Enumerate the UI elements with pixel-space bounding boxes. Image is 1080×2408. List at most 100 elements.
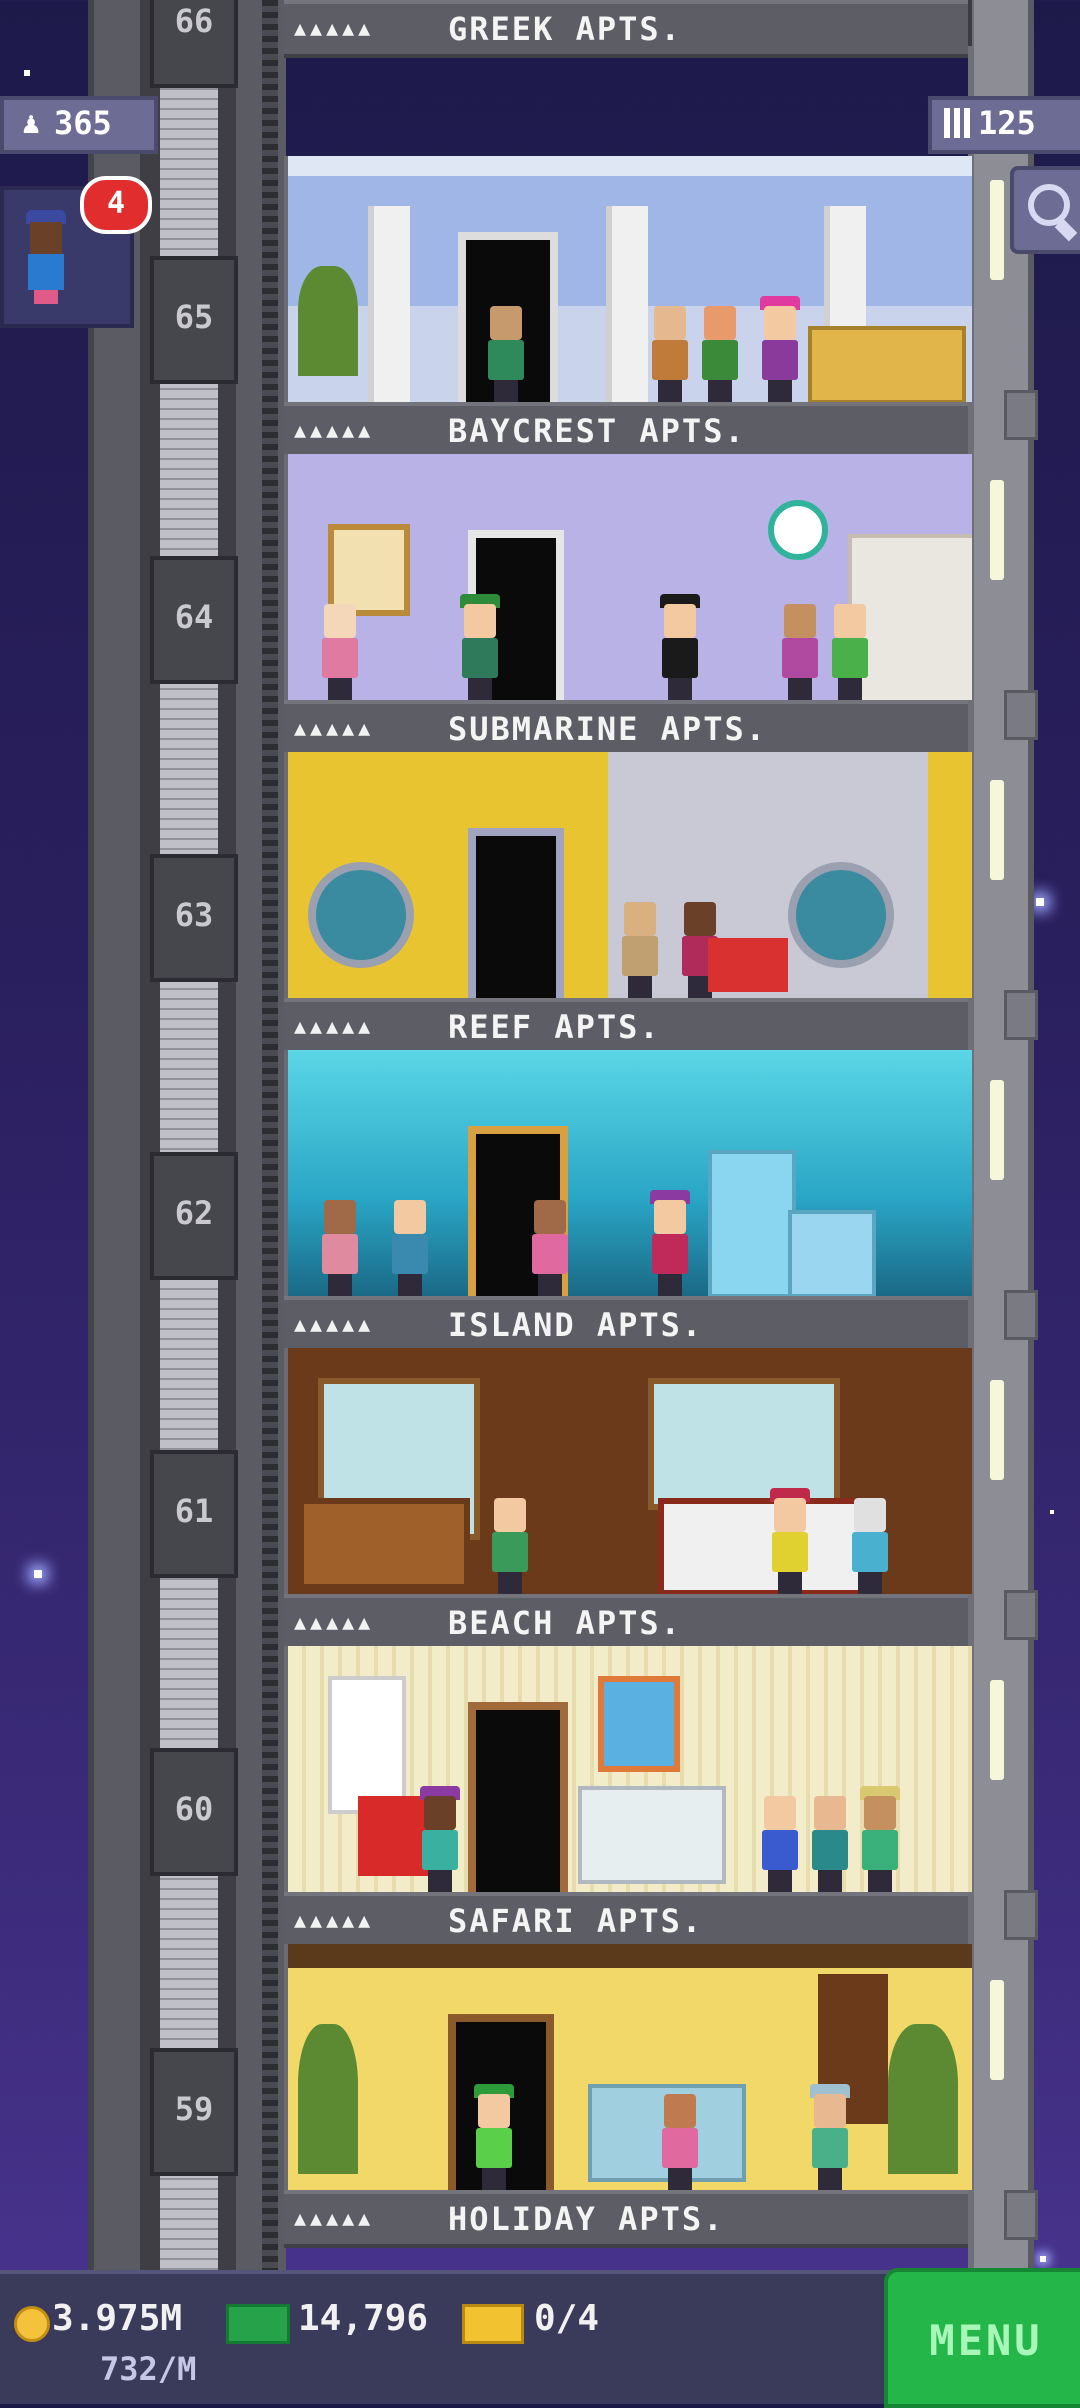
floor-number-label: 64 bbox=[174, 598, 214, 636]
porthole-decor bbox=[308, 862, 414, 968]
floor-number-label: 66 bbox=[174, 2, 214, 40]
resident[interactable] bbox=[648, 1190, 692, 1296]
floor-label-bar[interactable]: ▲▲▲▲▲ ISLAND APTS. bbox=[284, 1296, 968, 1354]
floor-number-62: 62 bbox=[150, 1152, 238, 1280]
sofa-decor bbox=[578, 1786, 726, 1884]
resident[interactable] bbox=[318, 604, 362, 700]
resident[interactable] bbox=[758, 1796, 802, 1892]
room-interior[interactable] bbox=[284, 156, 972, 402]
floor-number-label: 65 bbox=[174, 298, 214, 336]
room-door[interactable] bbox=[468, 828, 564, 998]
search-button[interactable] bbox=[1010, 166, 1080, 254]
resident[interactable] bbox=[828, 604, 872, 700]
resident[interactable] bbox=[458, 594, 502, 700]
floor-number-60: 60 bbox=[150, 1748, 238, 1876]
resident[interactable] bbox=[388, 1200, 432, 1296]
floor-62[interactable]: ▲▲▲▲▲ ISLAND APTS. bbox=[284, 1050, 972, 1354]
menu-button[interactable]: MENU bbox=[884, 2268, 1080, 2408]
population-icon: ♟ bbox=[22, 106, 41, 141]
wall-notch bbox=[1004, 1890, 1038, 1940]
wall-notch bbox=[1004, 2190, 1038, 2240]
resident[interactable] bbox=[528, 1200, 572, 1296]
coin-icon bbox=[14, 2306, 50, 2342]
painting-decor bbox=[598, 1676, 680, 1772]
floor-name: SAFARI APTS. bbox=[448, 1902, 704, 1940]
floor-label-bar[interactable]: ▲▲▲▲▲ BAYCREST APTS. bbox=[284, 402, 968, 460]
resident[interactable] bbox=[808, 1796, 852, 1892]
resident[interactable] bbox=[768, 1488, 812, 1594]
floor-number-label: 62 bbox=[174, 1194, 214, 1232]
floor-name: BEACH APTS. bbox=[448, 1604, 682, 1642]
floor-label-bar[interactable]: ▲▲▲▲▲ BEACH APTS. bbox=[284, 1594, 968, 1652]
wall-notch bbox=[1004, 690, 1038, 740]
resident[interactable] bbox=[488, 1498, 532, 1594]
floor-label-bar[interactable]: ▲▲▲▲▲ GREEK APTS. bbox=[284, 0, 968, 58]
star-decoration bbox=[34, 1570, 42, 1578]
shutter-decor bbox=[328, 1676, 406, 1814]
resident[interactable] bbox=[648, 306, 692, 402]
floor-label-bar[interactable]: ▲▲▲▲▲ REEF APTS. bbox=[284, 998, 968, 1056]
resident[interactable] bbox=[658, 2094, 702, 2190]
resident[interactable] bbox=[848, 1498, 892, 1594]
floor-number-63: 63 bbox=[150, 854, 238, 982]
wall-notch bbox=[1004, 990, 1038, 1040]
floor-60[interactable]: ▲▲▲▲▲ SAFARI APTS. bbox=[284, 1646, 972, 1950]
ceiling-beam bbox=[288, 1944, 972, 1968]
room-interior[interactable] bbox=[284, 1646, 972, 1892]
floor-rating: ▲▲▲▲▲ bbox=[294, 1610, 375, 1634]
star-decoration bbox=[24, 70, 30, 76]
floor-61[interactable]: ▲▲▲▲▲ BEACH APTS. bbox=[284, 1348, 972, 1652]
room-interior[interactable] bbox=[284, 1050, 972, 1296]
wall-light bbox=[990, 180, 1004, 280]
resident[interactable] bbox=[808, 2084, 852, 2190]
column-decor bbox=[606, 206, 648, 402]
resident[interactable] bbox=[698, 306, 742, 402]
porthole-decor bbox=[788, 862, 894, 968]
resident[interactable] bbox=[418, 1786, 462, 1892]
resident[interactable] bbox=[484, 306, 528, 402]
floors-counter[interactable]: 125 bbox=[928, 96, 1080, 154]
menu-label: MENU bbox=[929, 2316, 1043, 2365]
resident[interactable] bbox=[778, 604, 822, 700]
resident[interactable] bbox=[758, 296, 802, 402]
floor-64[interactable]: ▲▲▲▲▲ SUBMARINE APTS. bbox=[284, 454, 972, 758]
floor-65[interactable]: ▲▲▲▲▲ BAYCREST APTS. bbox=[284, 156, 972, 460]
floor-63[interactable]: ▲▲▲▲▲ REEF APTS. bbox=[284, 752, 972, 1056]
visitor-avatar bbox=[24, 210, 68, 304]
room-interior[interactable] bbox=[284, 752, 972, 998]
floor-66[interactable]: ▲▲▲▲▲ GREEK APTS. bbox=[284, 0, 972, 100]
population-counter[interactable]: ♟ 365 bbox=[0, 96, 158, 154]
resident[interactable] bbox=[318, 1200, 362, 1296]
coin-rate-value: 732/M bbox=[100, 2350, 197, 2388]
clock-decor bbox=[768, 500, 828, 560]
wall-light bbox=[990, 480, 1004, 580]
floor-name: SUBMARINE APTS. bbox=[448, 710, 767, 748]
floor-label-bar[interactable]: ▲▲▲▲▲ HOLIDAY APTS. bbox=[284, 2190, 968, 2248]
star-decoration bbox=[1050, 1510, 1054, 1514]
floor-label-bar[interactable]: ▲▲▲▲▲ SUBMARINE APTS. bbox=[284, 700, 968, 758]
wall-light bbox=[990, 780, 1004, 880]
resident[interactable] bbox=[658, 594, 702, 700]
room-door[interactable] bbox=[468, 1702, 568, 1892]
wall-light bbox=[990, 1680, 1004, 1780]
floor-name: REEF APTS. bbox=[448, 1008, 661, 1046]
floors-icon bbox=[944, 108, 970, 138]
resident[interactable] bbox=[858, 1786, 902, 1892]
plant-decor bbox=[888, 2024, 958, 2174]
floor-number-label: 60 bbox=[174, 1790, 214, 1828]
resident[interactable] bbox=[472, 2084, 516, 2190]
room-interior[interactable] bbox=[284, 1944, 972, 2190]
floor-59[interactable]: ▲▲▲▲▲ HOLIDAY APTS. bbox=[284, 1944, 972, 2248]
resident[interactable] bbox=[618, 902, 662, 998]
window-decor bbox=[648, 1378, 840, 1510]
room-interior[interactable] bbox=[284, 454, 972, 700]
floor-number-59: 59 bbox=[150, 2048, 238, 2176]
floor-rating: ▲▲▲▲▲ bbox=[294, 1312, 375, 1336]
floor-number-label: 61 bbox=[174, 1492, 214, 1530]
room-interior[interactable] bbox=[284, 1348, 972, 1594]
star-decoration bbox=[1036, 898, 1044, 906]
wall-light bbox=[990, 1080, 1004, 1180]
notification-badge[interactable]: 4 bbox=[80, 176, 152, 234]
bux-icon bbox=[226, 2304, 290, 2344]
floor-label-bar[interactable]: ▲▲▲▲▲ SAFARI APTS. bbox=[284, 1892, 968, 1950]
